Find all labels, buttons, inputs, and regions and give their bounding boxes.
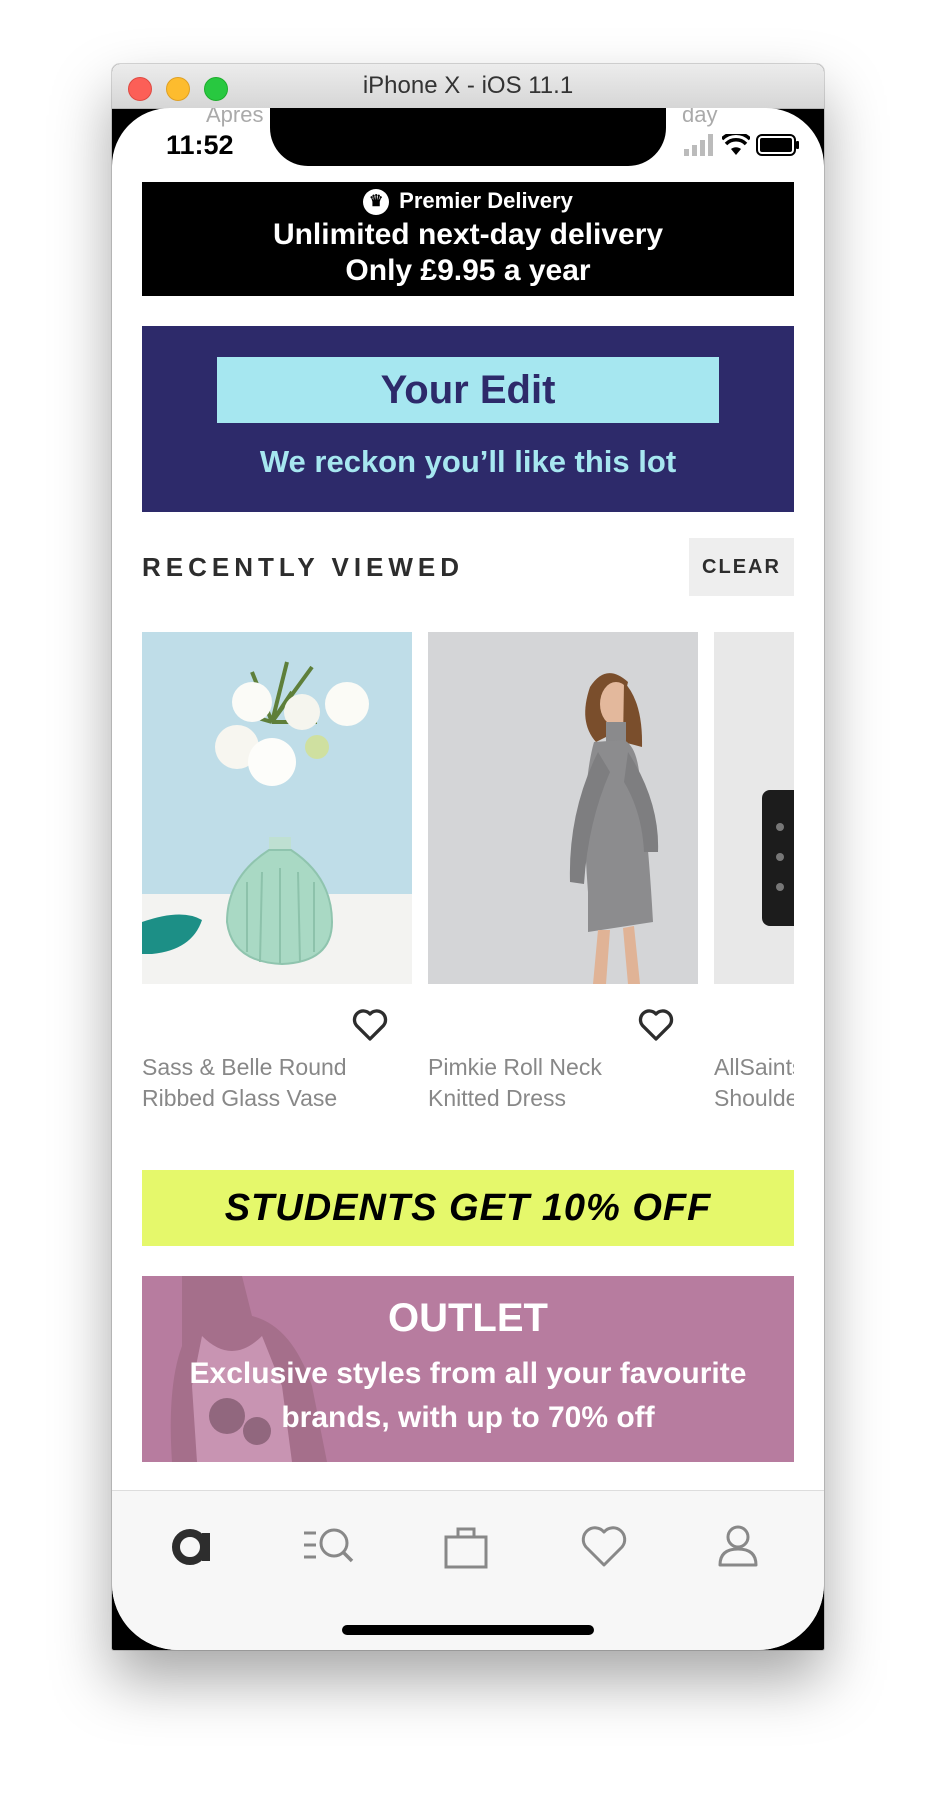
product-image-vase[interactable] — [142, 632, 412, 984]
notch — [270, 108, 666, 166]
product-name-line1: Pimkie Roll Neck — [428, 1054, 602, 1080]
tab-search[interactable] — [300, 1515, 360, 1575]
cellular-signal-icon — [684, 134, 714, 160]
save-for-later-heart-icon[interactable] — [350, 1004, 390, 1044]
home-logo-icon — [172, 1529, 210, 1565]
tab-home[interactable] — [164, 1515, 224, 1575]
tab-account[interactable] — [708, 1515, 768, 1575]
product-name[interactable]: Sass & Belle Round Ribbed Glass Vase — [142, 1052, 412, 1114]
wifi-icon — [720, 131, 752, 160]
home-indicator[interactable] — [342, 1625, 594, 1635]
behind-text-right: day — [682, 108, 718, 127]
outlet-title: OUTLET — [388, 1296, 548, 1340]
your-edit-title: Your Edit — [217, 357, 719, 423]
product-name-line1: AllSaints — [714, 1054, 794, 1080]
window-title: iPhone X - iOS 11.1 — [362, 72, 574, 99]
account-icon — [718, 1525, 758, 1567]
premier-line1: Unlimited next-day delivery — [272, 218, 664, 251]
product-name-line2: Shoulde — [714, 1085, 794, 1111]
premier-label: Premier Delivery — [399, 188, 573, 213]
tab-bar — [112, 1490, 824, 1650]
search-icon — [304, 1528, 354, 1563]
behind-text-left: Apres — [206, 108, 264, 127]
students-discount-banner[interactable]: STUDENTS GET 10% OFF — [142, 1170, 794, 1246]
premier-line2: Only £9.95 a year — [345, 254, 591, 287]
premier-delivery-banner[interactable]: ♛ Premier Delivery Unlimited next-day del… — [142, 182, 794, 296]
product-name-line1: Sass & Belle Round — [142, 1054, 347, 1080]
clear-button[interactable]: CLEAR — [689, 538, 794, 596]
phone-screen: Apres day 11:52 ♛ Premier Delivery Unlim… — [112, 108, 824, 1650]
bag-icon — [444, 1527, 488, 1569]
outlet-banner[interactable]: OUTLET Exclusive styles from all your fa… — [142, 1276, 794, 1462]
status-icons — [684, 131, 799, 160]
crown-icon: ♛ — [363, 189, 390, 216]
heart-icon — [581, 1526, 627, 1567]
product-name[interactable]: Pimkie Roll Neck Knitted Dress — [428, 1052, 698, 1114]
premier-heading: ♛ Premier Delivery — [142, 188, 794, 216]
product-name-line2: Knitted Dress — [428, 1085, 567, 1111]
simulator-window: iPhone X - iOS 11.1 Apres day 11:52 ♛ Pr… — [112, 64, 824, 1650]
save-for-later-heart-icon[interactable] — [636, 1004, 676, 1044]
recently-viewed-carousel[interactable]: Sass & Belle Round Ribbed Glass Vase Pim… — [142, 632, 794, 1132]
battery-icon — [756, 134, 800, 160]
product-name[interactable]: AllSaints Shoulde — [714, 1052, 794, 1114]
status-time: 11:52 — [166, 130, 234, 160]
product-image-bag[interactable] — [714, 632, 794, 984]
window-titlebar: iPhone X - iOS 11.1 — [112, 64, 824, 109]
tab-saved[interactable] — [574, 1515, 634, 1575]
your-edit-banner[interactable]: Your Edit We reckon you’ll like this lot — [142, 326, 794, 512]
product-image-dress[interactable] — [428, 632, 698, 984]
recently-viewed-heading: RECENTLY VIEWED — [142, 552, 465, 582]
outlet-subtitle: Exclusive styles from all your favourite… — [189, 1357, 747, 1434]
tab-bag[interactable] — [436, 1515, 496, 1575]
product-name-line2: Ribbed Glass Vase — [142, 1085, 338, 1111]
your-edit-subtitle: We reckon you’ll like this lot — [259, 444, 677, 479]
